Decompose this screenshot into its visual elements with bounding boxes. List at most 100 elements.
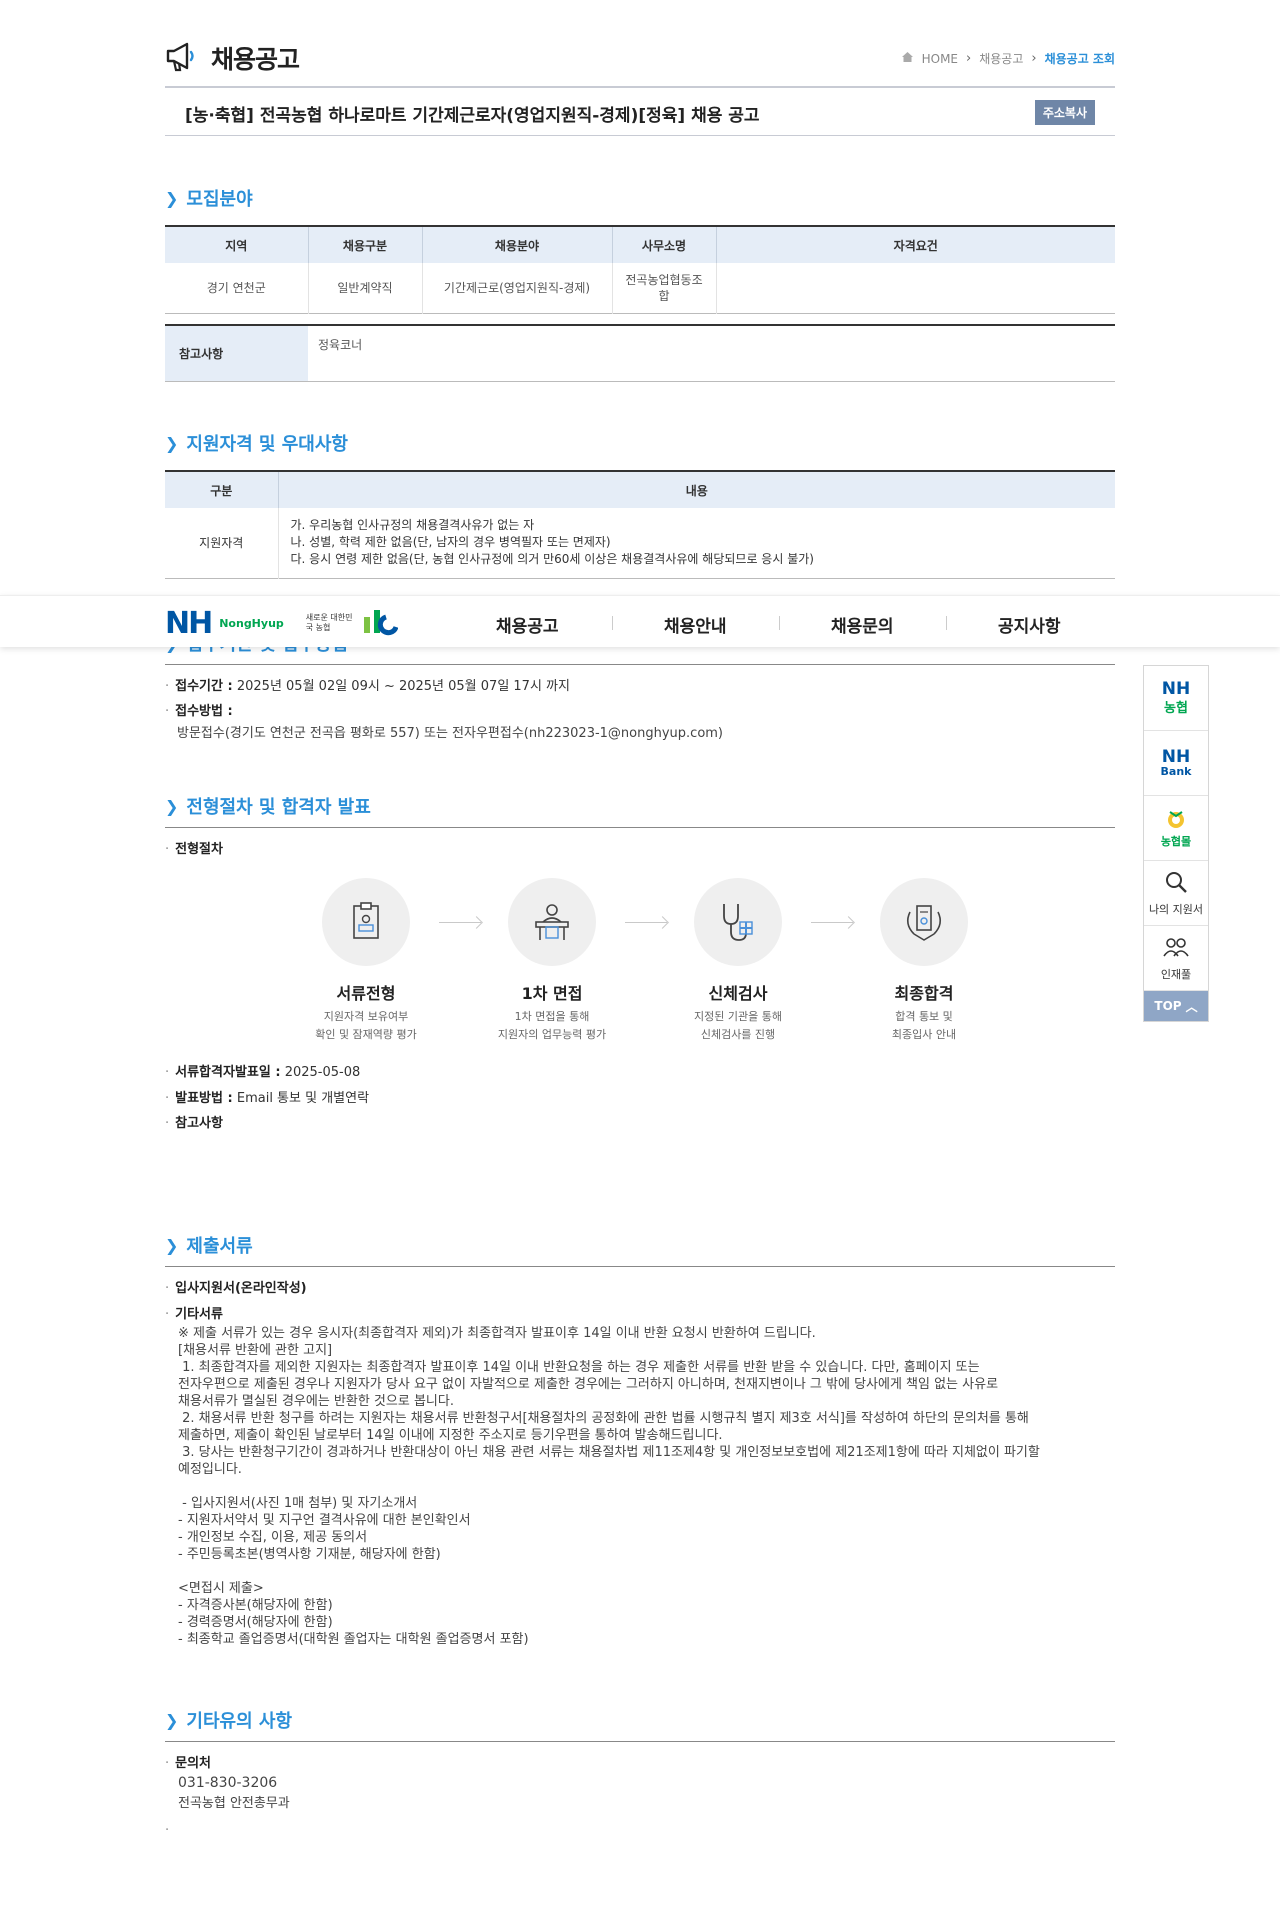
certificate-laurel-icon [880, 878, 968, 966]
step-title: 최종합격 [894, 984, 954, 1003]
qualification-lines: 가. 우리농협 인사규정의 채용결격사유가 없는 자 나. 성별, 학력 제한 … [278, 508, 1115, 578]
job-title: [농·축협] 전곡농협 하나로마트 기간제근로자(영업지원직-경제)[정육] 채… [185, 106, 760, 126]
divider [779, 616, 780, 630]
section-title: 기타유의 사항 [186, 1711, 293, 1732]
qualification-line: 가. 우리농협 인사규정의 채용결격사유가 없는 자 [290, 518, 535, 533]
qualification-line: 다. 응시 연령 제한 없음(단, 농협 인사규정에 의거 만60세 이상은 채… [290, 552, 814, 567]
period-value: 2025년 05월 02일 09시 ~ 2025년 05월 07일 17시 까지 [236, 679, 570, 694]
home-icon[interactable] [901, 51, 914, 66]
quick-label: 인재풀 [1160, 967, 1192, 981]
process-step: 최종합격 합격 통보 및 최종입사 안내 [839, 878, 1009, 1044]
step-title: 1차 면접 [521, 984, 583, 1003]
documents-item-label: 기타서류 [175, 1307, 223, 1322]
process-step: 서류전형 지원자격 보유여부 확인 및 잠재역량 평가 [281, 878, 451, 1044]
step-desc: 1차 면접을 통해지원자의 업무능력 평가 [467, 1008, 637, 1044]
note-label: 참고사항 [165, 324, 308, 382]
process-section: ❯ 전형절차 및 합격자 발표 [165, 793, 1115, 828]
qualification-table: 구분 내용 지원자격 가. 우리농협 인사규정의 채용결격사유가 없는 자 나.… [165, 470, 1115, 579]
breadcrumb-home[interactable]: HOME [922, 52, 958, 66]
chevron-right-icon: ❯ [165, 796, 179, 816]
step-desc-line: 1차 면접을 통해 [514, 1010, 590, 1023]
chevron-right-icon: ❯ [165, 188, 179, 208]
apply-method-value: 방문접수(경기도 연천군 전곡읍 평화로 557) 또는 전자우편접수(nh22… [177, 726, 724, 741]
section-title: 지원자격 및 우대사항 [186, 434, 348, 455]
recruit-heading: ❯ 모집분야 [165, 185, 1115, 211]
announce-method-label: 발표방법 : [175, 1091, 233, 1106]
section-title: 모집분야 [186, 189, 253, 210]
section-title: 전형절차 및 합격자 발표 [186, 797, 371, 818]
search-icon [1164, 870, 1188, 897]
row-label: 지원자격 [165, 508, 279, 578]
chevron-right-icon: ❯ [165, 1235, 179, 1255]
note-table: 참고사항 정육코너 [165, 323, 1115, 383]
nh-logo-icon: NH [165, 605, 213, 641]
step-desc-line: 지원자의 업무능력 평가 [497, 1028, 607, 1041]
document-icon [322, 878, 410, 966]
copy-url-button[interactable]: 주소복사 [1034, 100, 1095, 125]
quick-nh-nonghyup[interactable]: NH 농협 [1144, 666, 1208, 731]
recruit-section: ❯ 모집분야 지역 채용구분 채용분야 사무소명 자격요건 경기 연천군 일반계… [165, 185, 1115, 382]
section-title: 제출서류 [186, 1236, 253, 1257]
quick-menu: NH 농협 NH Bank 농협몰 나의 지원서 인재풀 TOP ︿ [1143, 665, 1209, 1022]
divider [165, 664, 1115, 665]
breadcrumb-current: 채용공고 조회 [1044, 52, 1115, 66]
slogan-text: 새로운 대한민국 농협 [305, 613, 353, 632]
quick-nh-bank[interactable]: NH Bank [1144, 731, 1208, 796]
announce-value: 2025-05-08 [284, 1065, 361, 1080]
contact-label: 문의처 [175, 1756, 212, 1771]
table-cell [716, 263, 1115, 313]
period-label: 접수기간 : [175, 679, 233, 694]
step-desc-line: 확인 및 잠재역량 평가 [315, 1028, 417, 1041]
contact-dept: 전곡농협 안전총무과 [178, 1796, 290, 1811]
empty-bullet: · [165, 1823, 170, 1838]
breadcrumb: HOME › 채용공고 › 채용공고 조회 [901, 50, 1115, 67]
gnb-item-guide[interactable]: 채용안내 [664, 612, 727, 637]
process-note-label: 참고사항 [175, 1116, 223, 1131]
process-label: · 전형절차 [165, 842, 223, 857]
note-value: 정육코너 [318, 337, 363, 352]
nh-logo[interactable]: NH NongHyup 새로운 대한민국 농협 [165, 605, 399, 641]
table-cell: 기간제근로(영업지원직-경제) [422, 263, 613, 313]
gnb-item-notice[interactable]: 공지사항 [998, 612, 1061, 637]
nh-symbol-icon [362, 605, 399, 641]
documents-heading: ❯ 제출서류 [165, 1232, 1115, 1258]
page-title-group: 채용공고 [165, 40, 300, 76]
scroll-top-button[interactable]: TOP ︿ [1144, 991, 1208, 1021]
col-header: 구분 [165, 471, 279, 508]
chevron-up-icon: ︿ [1185, 999, 1198, 1014]
table-row: 경기 연천군 일반계약직 기간제근로(영업지원직-경제) 전곡농업협동조 합 [165, 263, 1115, 313]
etc-section: ❯ 기타유의 사항 [165, 1707, 1115, 1742]
quick-my-application[interactable]: 나의 지원서 [1144, 861, 1208, 926]
step-desc: 합격 통보 및 최종입사 안내 [839, 1008, 1009, 1044]
quick-label: Bank [1160, 764, 1192, 778]
apply-method: · 접수방법 : [165, 704, 233, 719]
process-step: 1차 면접 1차 면접을 통해지원자의 업무능력 평가 [467, 878, 637, 1044]
divider [946, 616, 947, 630]
announce-date: · 서류합격자발표일 : 2025-05-08 [165, 1065, 361, 1080]
quick-nh-mall[interactable]: 농협몰 [1144, 796, 1208, 861]
process-heading: ❯ 전형절차 및 합격자 발표 [165, 793, 1115, 819]
documents-item: · 입사지원서(온라인작성) [165, 1281, 307, 1296]
nh-bank-icon: NH [1161, 746, 1191, 767]
page-header: 채용공고 HOME › 채용공고 › 채용공고 조회 [165, 36, 1115, 88]
divider [165, 827, 1115, 828]
contact: · 문의처 [165, 1756, 212, 1771]
stethoscope-icon [694, 878, 782, 966]
qualification-section: ❯ 지원자격 및 우대사항 구분 내용 지원자격 가. 우리농협 인사규정의 채… [165, 430, 1115, 579]
chevron-right-icon: ❯ [165, 1710, 179, 1730]
qualification-line: 나. 성별, 학력 제한 없음(단, 남자의 경우 병역필자 또는 면제자) [290, 535, 611, 550]
recruit-table: 지역 채용구분 채용분야 사무소명 자격요건 경기 연천군 일반계약직 기간제근… [165, 225, 1115, 314]
gnb-item-recruit[interactable]: 채용공고 [496, 612, 559, 637]
documents-item-label: 입사지원서(온라인작성) [175, 1281, 307, 1296]
divider [165, 1266, 1115, 1267]
documents-item: · 기타서류 [165, 1307, 223, 1322]
divider [612, 616, 613, 630]
quick-talent-pool[interactable]: 인재풀 [1144, 926, 1208, 991]
announce-method: · 발표방법 : Email 통보 및 개별연락 [165, 1091, 370, 1106]
interview-icon [508, 878, 596, 966]
breadcrumb-recruit[interactable]: 채용공고 [979, 50, 1023, 67]
step-title: 서류전형 [336, 984, 396, 1003]
process-note: · 참고사항 [165, 1116, 223, 1131]
gnb-item-inquiry[interactable]: 채용문의 [831, 612, 894, 637]
table-cell: 경기 연천군 [165, 263, 309, 313]
